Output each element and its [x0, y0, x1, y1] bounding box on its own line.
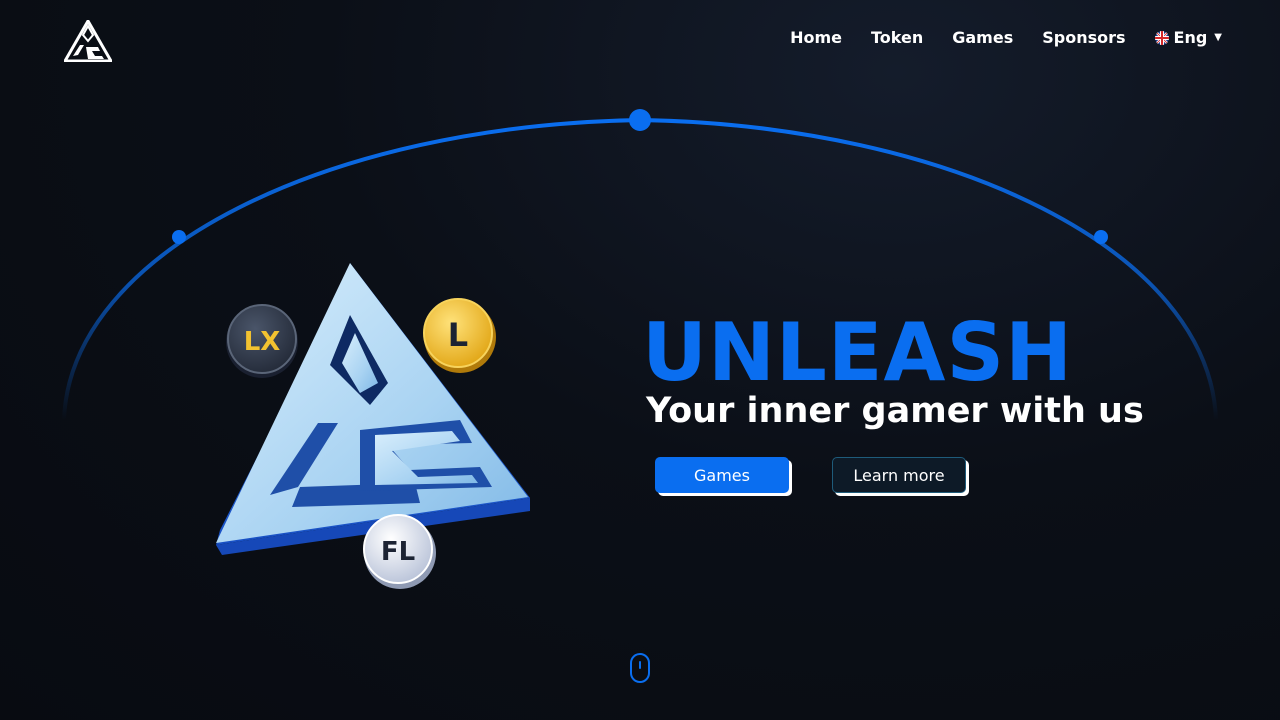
- nav-games-link[interactable]: Games: [952, 28, 1013, 47]
- svg-text:FL: FL: [381, 537, 415, 567]
- main-nav: Home Token Games Sponsors Eng ▼: [790, 28, 1222, 47]
- hero-logo-illustration: LX L FL: [216, 263, 530, 589]
- games-button[interactable]: Games: [655, 457, 789, 493]
- hero-subheadline: Your inner gamer with us: [646, 391, 1144, 431]
- language-selector[interactable]: Eng ▼: [1154, 28, 1222, 47]
- nav-home-link[interactable]: Home: [790, 28, 842, 47]
- language-label: Eng: [1173, 28, 1208, 47]
- chevron-down-icon: ▼: [1214, 32, 1222, 43]
- lg-logo-icon[interactable]: [64, 20, 112, 62]
- uk-flag-icon: [1154, 30, 1169, 45]
- svg-text:LX: LX: [244, 327, 281, 357]
- decorative-orbit-arc: [62, 109, 1218, 421]
- hero-headline: UNLEASH: [642, 306, 1074, 399]
- orbit-dot-top: [629, 109, 651, 131]
- mouse-scroll-icon[interactable]: [630, 653, 650, 683]
- orbit-dot-left: [172, 230, 186, 244]
- nav-sponsors-link[interactable]: Sponsors: [1042, 28, 1125, 47]
- nav-token-link[interactable]: Token: [871, 28, 923, 47]
- lx-coin: LX: [226, 304, 298, 378]
- fl-coin: FL: [363, 514, 436, 589]
- learn-more-button[interactable]: Learn more: [832, 457, 966, 493]
- svg-text:L: L: [448, 316, 468, 354]
- orbit-dot-right: [1094, 230, 1108, 244]
- l-coin: L: [423, 298, 496, 373]
- site-header: Home Token Games Sponsors Eng ▼: [0, 0, 1280, 80]
- landing-page: Home Token Games Sponsors Eng ▼ LX L FL …: [0, 0, 1280, 720]
